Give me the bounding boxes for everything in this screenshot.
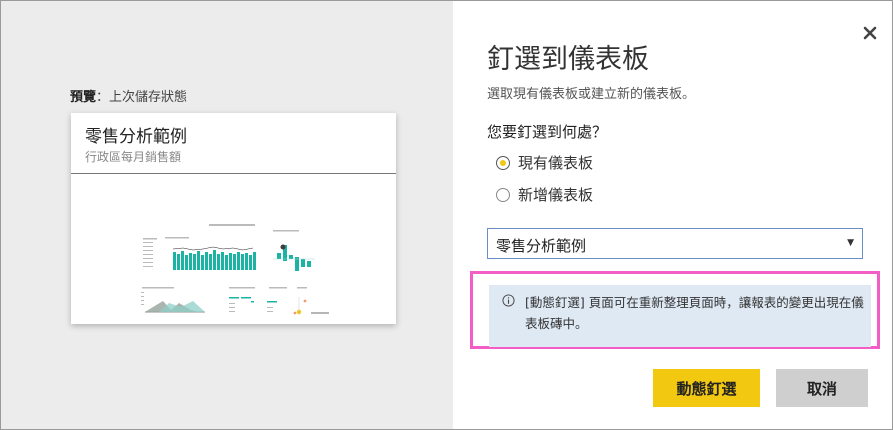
preview-label-rest: ：上次儲存狀態 [96, 90, 188, 105]
pin-to-dashboard-window: 預覽：上次儲存狀態 零售分析範例 行政區每月銷售額 釘選到儀表板 選取現有儀表板… [0, 0, 893, 430]
tile-title: 零售分析範例 [85, 127, 187, 147]
report-thumbnail-image [139, 217, 329, 317]
dialog-title: 釘選到儀表板 [487, 44, 649, 75]
close-icon[interactable] [860, 23, 880, 43]
tile-divider [71, 173, 396, 174]
pin-location-question: 您要釘選到何處？ [487, 123, 608, 141]
dialog-description: 選取現有儀表板或建立新的儀表板。 [487, 87, 696, 102]
radio-new-dashboard[interactable]: 新增儀表板 [496, 184, 593, 205]
pin-dialog: 釘選到儀表板 選取現有儀表板或建立新的儀表板。 您要釘選到何處？ 現有儀表板 新… [453, 1, 892, 429]
pin-live-button[interactable]: 動態釘選 [653, 369, 760, 407]
preview-label-bold: 預覽 [70, 90, 97, 105]
radio-existing-dashboard[interactable]: 現有儀表板 [496, 152, 593, 173]
tile-subtitle: 行政區每月銷售額 [85, 150, 182, 164]
preview-pane: 預覽：上次儲存狀態 零售分析範例 行政區每月銷售額 [1, 1, 453, 429]
info-message-text: [動態釘選] 頁面可在重新整理頁面時，讓報表的變更出現在儀表板磚中。 [525, 295, 864, 331]
dashboard-tile-preview: 零售分析範例 行政區每月銷售額 [71, 113, 396, 324]
cancel-button[interactable]: 取消 [776, 369, 868, 407]
radio-checked-icon[interactable] [496, 155, 510, 170]
radio-existing-dashboard-label: 現有儀表板 [518, 154, 594, 172]
dropdown-arrow-icon[interactable]: ▼ [847, 238, 854, 248]
radio-unchecked-icon[interactable] [496, 187, 510, 202]
dashboard-select[interactable]: 零售分析範例 ▼ [487, 228, 863, 259]
dashboard-select-value: 零售分析範例 [496, 237, 587, 255]
preview-label: 預覽：上次儲存狀態 [70, 86, 187, 105]
info-icon [502, 294, 515, 307]
radio-new-dashboard-label: 新增儀表板 [518, 186, 594, 204]
info-message: [動態釘選] 頁面可在重新整理頁面時，讓報表的變更出現在儀表板磚中。 [489, 285, 871, 347]
